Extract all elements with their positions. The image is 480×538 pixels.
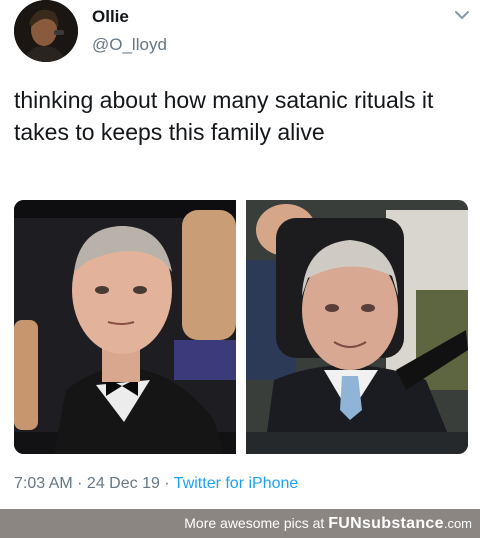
meta-separator: · <box>159 475 174 492</box>
tweet-date[interactable]: 24 Dec 19 <box>87 475 160 492</box>
watermark-prefix: More awesome pics at <box>184 515 329 531</box>
avatar-image <box>14 0 78 62</box>
watermark-footer: More awesome pics at FUNsubstance.com <box>0 509 480 538</box>
author-name[interactable]: Ollie <box>92 7 129 27</box>
photo-left-image <box>14 200 236 454</box>
tweet-meta: 7:03 AM · 24 Dec 19 · Twitter for iPhone <box>14 475 298 493</box>
author-handle[interactable]: @O_lloyd <box>92 35 167 55</box>
watermark-text: More awesome pics at FUNsubstance.com <box>184 515 472 533</box>
tweet-source-link[interactable]: Twitter for iPhone <box>174 475 299 492</box>
avatar[interactable] <box>14 0 78 62</box>
chevron-down-icon[interactable] <box>453 8 471 22</box>
tweet-time[interactable]: 7:03 AM <box>14 475 73 492</box>
tweet-photo-right[interactable] <box>246 200 468 454</box>
tweet-photo-left[interactable] <box>14 200 236 454</box>
photo-right-image <box>246 200 468 454</box>
watermark-brand[interactable]: FUNsubstance <box>328 515 444 532</box>
meta-separator: · <box>72 475 87 492</box>
tweet-text: thinking about how many satanic rituals … <box>14 87 434 145</box>
watermark-domain: .com <box>443 516 472 531</box>
